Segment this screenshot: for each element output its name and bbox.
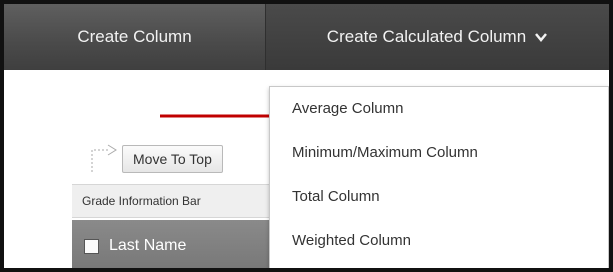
chevron-down-icon	[535, 33, 548, 42]
move-to-top-group: Move To Top	[82, 142, 223, 176]
create-column-button[interactable]: Create Column	[4, 4, 266, 70]
select-all-checkbox[interactable]	[84, 238, 99, 254]
grade-information-bar: Grade Information Bar	[72, 184, 272, 218]
last-name-column-header[interactable]: Last Name	[109, 237, 186, 255]
content-area: Move To Top Grade Information Bar Last N…	[4, 70, 609, 268]
action-bar: Create Column Create Calculated Column	[4, 4, 609, 70]
menu-item-average-column[interactable]: Average Column	[270, 87, 608, 131]
table-header-row: Last Name	[72, 220, 272, 268]
create-calculated-column-menu: Average Column Minimum/Maximum Column To…	[269, 86, 609, 268]
menu-item-minimum-maximum-column[interactable]: Minimum/Maximum Column	[270, 131, 608, 175]
screenshot-frame: Create Column Create Calculated Column M…	[0, 0, 613, 272]
move-to-top-label: Move To Top	[133, 151, 212, 167]
grade-information-bar-label: Grade Information Bar	[82, 194, 201, 208]
create-calculated-column-label: Create Calculated Column	[326, 27, 527, 46]
move-to-top-arrow-icon	[91, 144, 117, 172]
menu-item-total-column[interactable]: Total Column	[270, 175, 608, 219]
create-calculated-column-button[interactable]: Create Calculated Column	[266, 4, 609, 70]
menu-item-weighted-column[interactable]: Weighted Column	[270, 219, 608, 263]
move-to-top-button[interactable]: Move To Top	[122, 145, 223, 173]
create-column-label: Create Column	[77, 27, 192, 46]
